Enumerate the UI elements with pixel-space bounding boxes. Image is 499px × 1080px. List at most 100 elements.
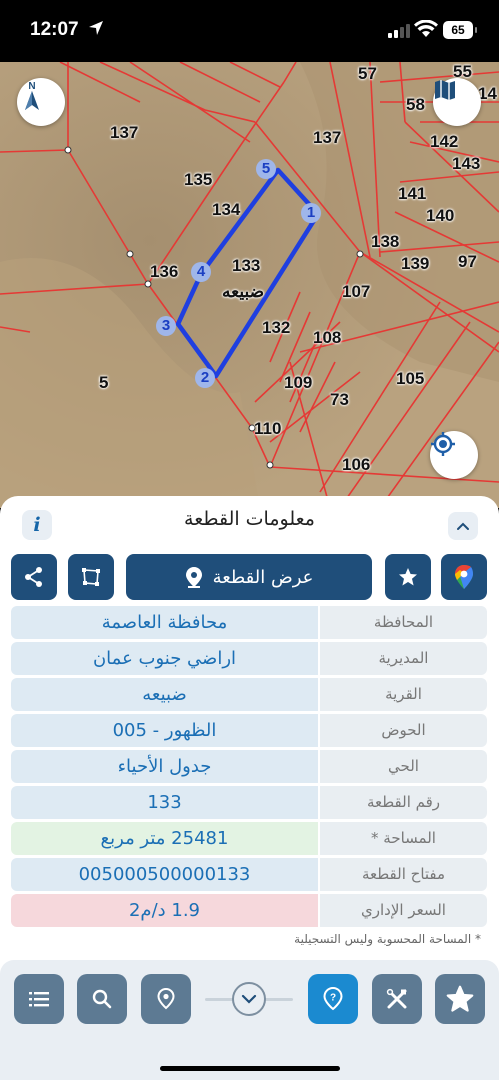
toggle-sheet-button[interactable] [232, 982, 266, 1016]
star-icon [446, 985, 474, 1012]
row-value: اراضي جنوب عمان [11, 642, 318, 675]
view-parcel-button[interactable]: عرض القطعة [126, 554, 372, 600]
parcel-details-table: محافظة العاصمة المحافظة اراضي جنوب عمان … [11, 606, 487, 930]
plot-label[interactable]: 140 [426, 206, 454, 226]
polygon-boundary-button[interactable] [68, 554, 114, 600]
plot-label[interactable]: 106 [342, 455, 370, 475]
plot-label[interactable]: 141 [398, 184, 426, 204]
search-button[interactable] [77, 974, 127, 1024]
plot-label[interactable]: 139 [401, 254, 429, 274]
table-row: اراضي جنوب عمان المديرية [11, 642, 487, 675]
share-icon [25, 567, 42, 587]
collapse-button[interactable] [448, 512, 478, 540]
plot-label[interactable]: 143 [452, 154, 480, 174]
location-search-button[interactable] [141, 974, 191, 1024]
row-value: 005000500000133 [11, 858, 318, 891]
view-parcel-label: عرض القطعة [212, 566, 314, 588]
sheet-title: معلومات القطعة [184, 508, 315, 530]
bottom-toolbar: ? [0, 960, 499, 1080]
favorites-button[interactable] [435, 974, 485, 1024]
list-icon [29, 992, 49, 1007]
village-label: ضبيعه [222, 282, 265, 301]
row-value: 1.9 د/م2 [11, 894, 318, 927]
location-pin-icon [157, 988, 175, 1010]
plot-label[interactable]: 107 [342, 282, 370, 302]
row-label: الحوض [320, 714, 487, 747]
plot-label[interactable]: 135 [184, 170, 212, 190]
plot-label[interactable]: 58 [406, 95, 425, 115]
chevron-up-icon [457, 522, 469, 530]
polygon-icon [82, 568, 100, 586]
my-location-button[interactable] [430, 431, 478, 479]
tools-button[interactable] [372, 974, 422, 1024]
table-row: 133 رقم القطعة [11, 786, 487, 819]
plot-label[interactable]: 108 [313, 328, 341, 348]
plot-label[interactable]: 105 [396, 369, 424, 389]
row-value: 25481 متر مربع [11, 822, 318, 855]
compass-button[interactable]: N [17, 78, 65, 126]
plot-label[interactable]: 134 [212, 200, 240, 220]
chevron-down-icon [241, 994, 257, 1004]
row-label: المحافظة [320, 606, 487, 639]
plot-label[interactable]: 132 [262, 318, 290, 338]
status-bar: 12:07 65 [0, 0, 499, 62]
table-row: 25481 متر مربع المساحة * [11, 822, 487, 855]
map-icon [435, 80, 455, 100]
plot-label[interactable]: 136 [150, 262, 178, 282]
row-label: المساحة * [320, 822, 487, 855]
map-view[interactable]: 57 55 14 58 137 137 142 143 135 141 134 … [0, 62, 499, 508]
share-button[interactable] [11, 554, 57, 600]
wifi-icon [414, 20, 438, 37]
plot-label[interactable]: 137 [110, 123, 138, 143]
row-value: جدول الأحياء [11, 750, 318, 783]
help-location-button[interactable]: ? [308, 974, 358, 1024]
plot-label[interactable]: 133 [232, 256, 260, 276]
row-label: السعر الإداري [320, 894, 487, 927]
table-row: جدول الأحياء الحي [11, 750, 487, 783]
plot-label[interactable]: 109 [284, 373, 312, 393]
tools-icon [386, 988, 407, 1009]
status-time: 12:07 [30, 19, 79, 40]
google-maps-button[interactable] [441, 554, 487, 600]
search-icon [92, 989, 112, 1009]
plot-label[interactable]: 97 [458, 252, 477, 272]
plot-label[interactable]: 73 [330, 390, 349, 410]
svg-text:?: ? [330, 993, 336, 1004]
plot-label[interactable]: 5 [99, 373, 108, 393]
row-label: المديرية [320, 642, 487, 675]
row-value: الظهور - 005 [11, 714, 318, 747]
vertex-marker[interactable]: 2 [195, 368, 215, 388]
row-label: القرية [320, 678, 487, 711]
plot-label[interactable]: 138 [371, 232, 399, 252]
cellular-signal-icon [388, 24, 410, 38]
home-indicator [160, 1066, 340, 1071]
location-arrow-icon [89, 21, 103, 35]
google-maps-icon [455, 565, 473, 589]
locate-icon [431, 432, 455, 456]
row-value: 133 [11, 786, 318, 819]
vertex-marker[interactable]: 1 [301, 203, 321, 223]
row-value: محافظة العاصمة [11, 606, 318, 639]
favorite-button[interactable] [385, 554, 431, 600]
vertex-marker[interactable]: 5 [256, 159, 276, 179]
row-label: رقم القطعة [320, 786, 487, 819]
svg-text:N: N [28, 81, 35, 92]
row-label: الحي [320, 750, 487, 783]
plot-label[interactable]: 142 [430, 132, 458, 152]
plot-label[interactable]: 137 [313, 128, 341, 148]
battery-indicator: 65 [443, 21, 477, 39]
row-value: ضبيعه [11, 678, 318, 711]
compass-north-icon: N [25, 81, 39, 110]
table-row: محافظة العاصمة المحافظة [11, 606, 487, 639]
table-row: 005000500000133 مفتاح القطعة [11, 858, 487, 891]
list-button[interactable] [14, 974, 64, 1024]
plot-label[interactable]: 110 [254, 419, 281, 439]
vertex-marker[interactable]: 3 [156, 316, 176, 336]
plot-label[interactable]: 57 [358, 64, 377, 84]
row-label: مفتاح القطعة [320, 858, 487, 891]
map-layers-button[interactable] [433, 78, 481, 126]
table-row: ضبيعه القرية [11, 678, 487, 711]
vertex-marker[interactable]: 4 [191, 262, 211, 282]
table-row: 1.9 د/م2 السعر الإداري [11, 894, 487, 927]
area-footnote: * المساحة المحسوبة وليس التسجيلية [294, 932, 481, 946]
